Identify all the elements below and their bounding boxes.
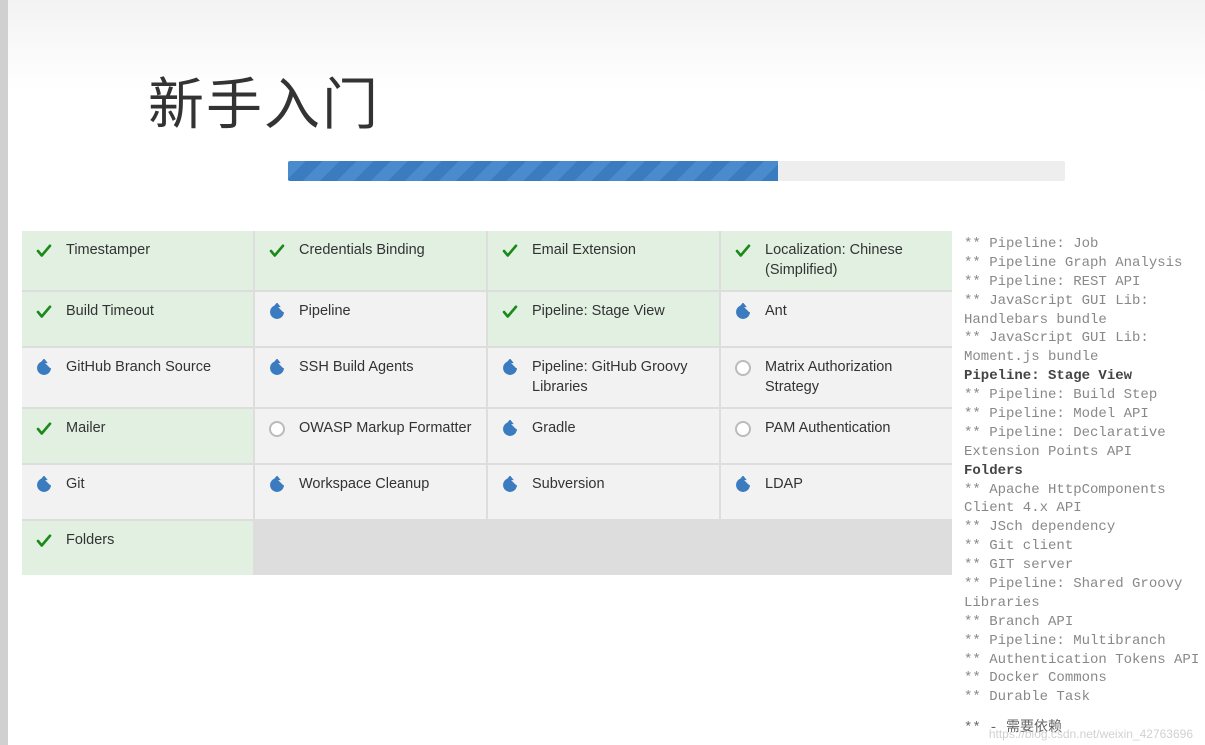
log-line: ** Pipeline: Job [964, 235, 1199, 254]
log-line: ** Pipeline: Declarative Extension Point… [964, 424, 1199, 462]
plugin-name: Localization: Chinese (Simplified) [765, 242, 903, 278]
page-title: 新手入门 [148, 60, 1205, 141]
plugin-cell: Git [22, 465, 253, 519]
plugin-cell: Workspace Cleanup [255, 465, 486, 519]
header: 新手入门 [8, 0, 1205, 231]
window-edge [0, 0, 8, 745]
plugin-grid: Timestamper Credentials Binding Email Exte… [22, 231, 952, 575]
watermark: https://blog.csdn.net/weixin_42763696 [989, 727, 1193, 741]
plugin-name: Workspace Cleanup [299, 476, 429, 492]
plugin-cell: GitHub Branch Source [22, 348, 253, 407]
plugin-cell: LDAP [721, 465, 952, 519]
check-icon [500, 241, 520, 261]
plugin-name: Email Extension [532, 242, 636, 258]
log-line: ** Durable Task [964, 688, 1199, 707]
plugin-name: Pipeline: Stage View [532, 303, 665, 319]
refresh-icon [267, 358, 287, 378]
log-line: ** JavaScript GUI Lib: Moment.js bundle [964, 329, 1199, 367]
plugin-name: Pipeline: GitHub Groovy Libraries [532, 359, 688, 395]
plugin-cell: Pipeline: GitHub Groovy Libraries [488, 348, 719, 407]
refresh-icon [500, 358, 520, 378]
refresh-icon [500, 475, 520, 495]
plugin-name: Ant [765, 303, 787, 319]
plugin-cell: Email Extension [488, 231, 719, 290]
plugin-name: Mailer [66, 420, 105, 436]
check-icon [500, 302, 520, 322]
install-log: ** Pipeline: Job** Pipeline Graph Analys… [952, 231, 1205, 742]
plugin-cell: Matrix Authorization Strategy [721, 348, 952, 407]
log-line: ** Pipeline: Shared Groovy Libraries [964, 575, 1199, 613]
pending-icon [733, 419, 753, 439]
progress-track [288, 161, 1065, 181]
refresh-icon [733, 475, 753, 495]
plugin-cell: Localization: Chinese (Simplified) [721, 231, 952, 290]
log-line: ** Pipeline: Build Step [964, 386, 1199, 405]
log-line: ** Authentication Tokens API [964, 651, 1199, 670]
check-icon [34, 241, 54, 261]
plugin-name: Timestamper [66, 242, 150, 258]
plugin-cell: Ant [721, 292, 952, 346]
refresh-icon [733, 302, 753, 322]
log-line: ** Branch API [964, 613, 1199, 632]
plugin-name: Credentials Binding [299, 242, 425, 258]
content-row: Timestamper Credentials Binding Email Exte… [8, 231, 1205, 742]
log-line: ** Apache HttpComponents Client 4.x API [964, 481, 1199, 519]
plugin-cell: Subversion [488, 465, 719, 519]
check-icon [267, 241, 287, 261]
log-line: ** Pipeline: REST API [964, 273, 1199, 292]
plugin-name: OWASP Markup Formatter [299, 420, 471, 436]
refresh-icon [267, 302, 287, 322]
progress-bar [288, 161, 778, 181]
log-line: ** JSch dependency [964, 518, 1199, 537]
plugin-name: Subversion [532, 476, 605, 492]
log-line: ** Docker Commons [964, 669, 1199, 688]
check-icon [34, 531, 54, 551]
plugin-cell: Folders [22, 521, 253, 575]
plugin-cell: Credentials Binding [255, 231, 486, 290]
pending-icon [733, 358, 753, 378]
refresh-icon [267, 475, 287, 495]
log-line: Pipeline: Stage View [964, 367, 1199, 386]
plugin-name: LDAP [765, 476, 803, 492]
log-line: ** Pipeline Graph Analysis [964, 254, 1199, 273]
plugin-cell: Timestamper [22, 231, 253, 290]
plugin-cell: Pipeline [255, 292, 486, 346]
refresh-icon [500, 419, 520, 439]
log-line: Folders [964, 462, 1199, 481]
plugin-cell: OWASP Markup Formatter [255, 409, 486, 463]
refresh-icon [34, 358, 54, 378]
log-line: ** JavaScript GUI Lib: Handlebars bundle [964, 292, 1199, 330]
plugin-name: Build Timeout [66, 303, 154, 319]
setup-wizard-page: 新手入门 Timestamper Credentials Binding Email… [8, 0, 1205, 745]
plugin-name: Git [66, 476, 85, 492]
plugin-name: GitHub Branch Source [66, 359, 211, 375]
pending-icon [267, 419, 287, 439]
log-line: ** Pipeline: Model API [964, 405, 1199, 424]
plugin-name: Folders [66, 532, 114, 548]
log-line: ** Git client [964, 537, 1199, 556]
check-icon [34, 302, 54, 322]
plugin-cell: Build Timeout [22, 292, 253, 346]
log-line: ** Pipeline: Multibranch [964, 632, 1199, 651]
check-icon [34, 419, 54, 439]
plugin-cell: SSH Build Agents [255, 348, 486, 407]
plugin-name: PAM Authentication [765, 420, 890, 436]
plugin-name: SSH Build Agents [299, 359, 413, 375]
plugin-name: Matrix Authorization Strategy [765, 359, 892, 395]
plugin-cell: Pipeline: Stage View [488, 292, 719, 346]
check-icon [733, 241, 753, 261]
plugin-name: Gradle [532, 420, 576, 436]
log-line: ** GIT server [964, 556, 1199, 575]
plugin-cell: Mailer [22, 409, 253, 463]
refresh-icon [34, 475, 54, 495]
plugin-cell: PAM Authentication [721, 409, 952, 463]
plugin-cell: Gradle [488, 409, 719, 463]
plugin-name: Pipeline [299, 303, 351, 319]
